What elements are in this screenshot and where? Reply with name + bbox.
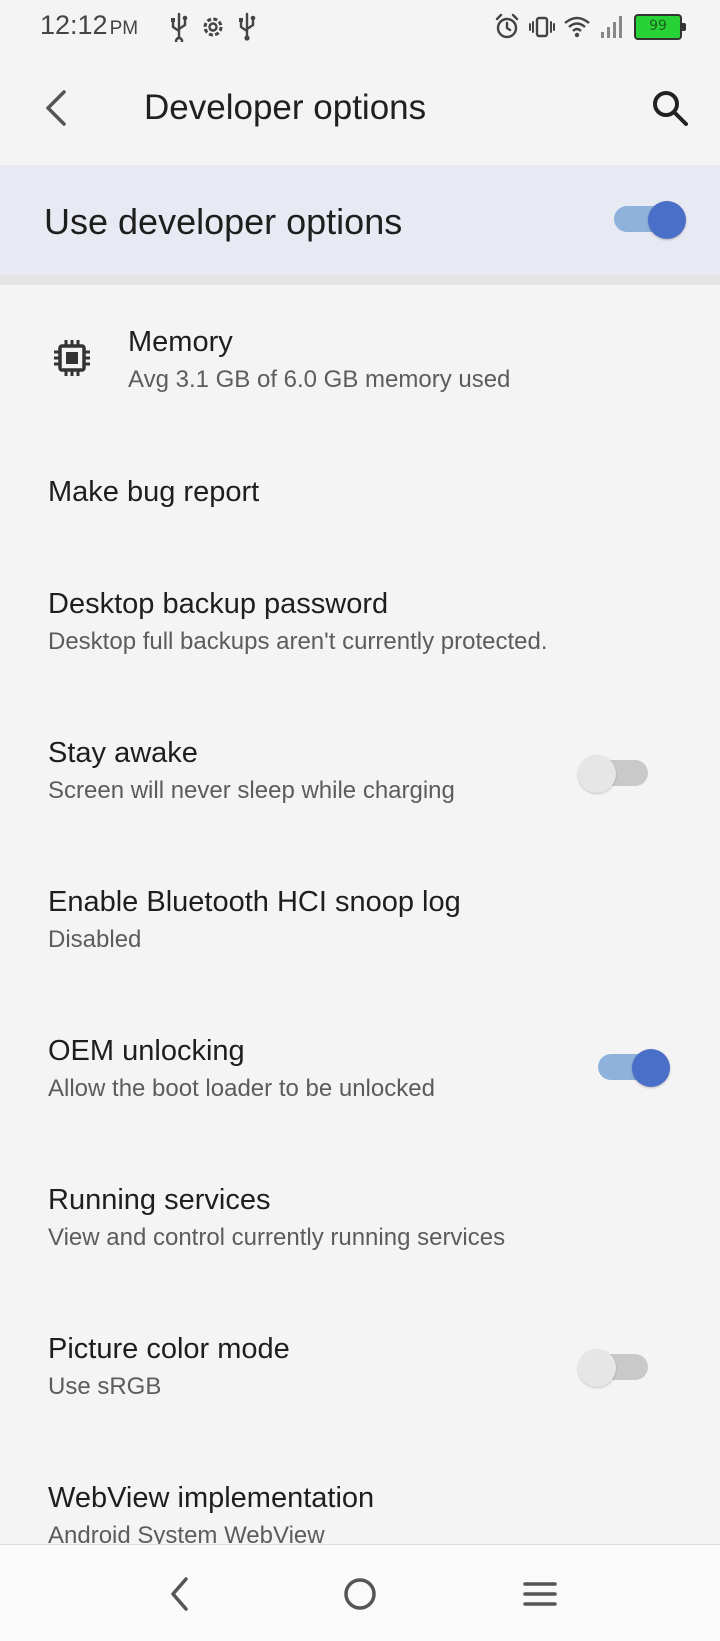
switch-thumb [648, 201, 686, 239]
item-title: Make bug report [48, 476, 260, 508]
list-item-desktop-backup-password[interactable]: Desktop backup password Desktop full bac… [0, 556, 720, 686]
item-title: WebView implementation [48, 1482, 375, 1514]
app-bar: Developer options [0, 54, 720, 162]
recents-menu-icon[interactable] [515, 1569, 565, 1619]
item-subtitle: Disabled [48, 926, 142, 953]
list-item-running-services[interactable]: Running services View and control curren… [0, 1152, 720, 1282]
item-title: Picture color mode [48, 1333, 290, 1365]
clock: 12:12 PM [40, 10, 139, 40]
usb-icon [239, 12, 256, 41]
item-title: OEM unlocking [48, 1035, 245, 1067]
vibrate-icon [529, 16, 555, 38]
alarm-icon [495, 13, 519, 39]
back-arrow-icon[interactable] [36, 78, 76, 138]
search-icon[interactable] [646, 84, 694, 132]
item-subtitle: Android System WebView [48, 1522, 325, 1544]
item-subtitle: View and control currently running servi… [48, 1224, 506, 1251]
use-developer-options-row[interactable]: Use developer options [0, 165, 720, 275]
wifi-icon [564, 16, 590, 38]
item-title: Desktop backup password [48, 588, 389, 620]
list-item-picture-color-mode[interactable]: Picture color mode Use sRGB [0, 1301, 720, 1431]
use-developer-options-label: Use developer options [44, 201, 403, 242]
item-title: Memory [128, 326, 233, 358]
item-title: Enable Bluetooth HCI snoop log [48, 886, 461, 918]
back-icon[interactable] [155, 1569, 205, 1619]
item-subtitle: Use sRGB [48, 1373, 162, 1400]
divider [0, 275, 720, 285]
switch-thumb [578, 1349, 616, 1387]
item-subtitle: Desktop full backups aren't currently pr… [48, 628, 548, 655]
switch-thumb [578, 755, 616, 793]
stay-awake-switch[interactable] [578, 755, 652, 793]
oem-unlocking-switch[interactable] [594, 1049, 670, 1087]
page-title: Developer options [144, 88, 427, 127]
item-subtitle: Allow the boot loader to be unlocked [48, 1075, 435, 1102]
status-bar: 12:12 PM 99 [0, 0, 720, 54]
list-item-webview-implementation[interactable]: WebView implementation Android System We… [0, 1450, 720, 1544]
settings-icon [203, 17, 223, 37]
use-developer-options-switch[interactable] [610, 201, 686, 239]
navigation-bar [0, 1544, 720, 1641]
list-item-make-bug-report[interactable]: Make bug report [0, 444, 720, 544]
list-item-stay-awake[interactable]: Stay awake Screen will never sleep while… [0, 705, 720, 835]
switch-thumb [632, 1049, 670, 1087]
list-item-bluetooth-hci-snoop-log[interactable]: Enable Bluetooth HCI snoop log Disabled [0, 854, 720, 984]
usb-icon [171, 12, 188, 42]
item-subtitle: Avg 3.1 GB of 6.0 GB memory used [128, 366, 511, 393]
system-icons: 99 [494, 12, 686, 42]
signal-icon [601, 16, 622, 38]
picture-color-mode-switch[interactable] [578, 1349, 652, 1387]
item-subtitle: Screen will never sleep while charging [48, 777, 455, 804]
notification-icons [166, 12, 260, 42]
battery-icon: 99 [634, 14, 686, 40]
home-icon[interactable] [335, 1569, 385, 1619]
list-item-oem-unlocking[interactable]: OEM unlocking Allow the boot loader to b… [0, 1003, 720, 1133]
item-title: Stay awake [48, 737, 198, 769]
list-item-memory[interactable]: Memory Avg 3.1 GB of 6.0 GB memory used [0, 300, 720, 420]
item-title: Running services [48, 1184, 271, 1216]
